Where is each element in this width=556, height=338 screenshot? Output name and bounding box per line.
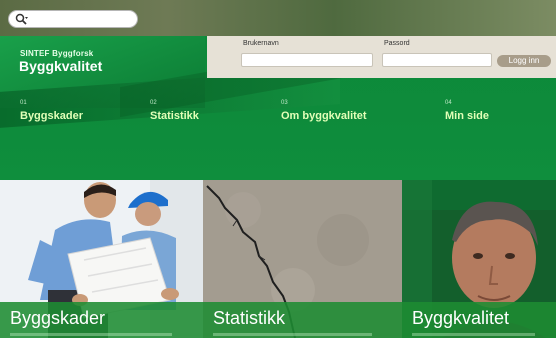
nav-label: Byggskader [20,110,83,122]
nav-label: Statistikk [150,110,199,122]
caption-text: Statistikk [213,308,286,328]
search-input[interactable] [8,10,138,28]
panel-caption: Byggskader [0,302,203,338]
panel-byggskader[interactable]: Byggskader [0,180,203,338]
panel-caption: Byggkvalitet [402,302,556,338]
panel-statistikk[interactable]: Statistikk [203,180,402,338]
nav-number: 01 [20,100,27,106]
username-label: Brukernavn [243,40,279,47]
nav-item-om-byggkvalitet[interactable]: 03 Om byggkvalitet [281,100,367,122]
caption-text: Byggskader [10,308,106,328]
password-label: Passord [384,40,410,47]
search-icon [15,13,28,25]
nav-item-byggskader[interactable]: 01 Byggskader [20,100,83,122]
nav-number: 03 [281,100,288,106]
nav-item-statistikk[interactable]: 02 Statistikk [150,100,199,122]
caption-subline [213,333,373,336]
nav-number: 02 [150,100,157,106]
nav-number: 04 [445,100,452,106]
panel-byggkvalitet[interactable]: Byggkvalitet [402,180,556,338]
login-button[interactable]: Logg inn [497,55,551,67]
brand-title[interactable]: Byggkvalitet [19,58,102,74]
login-box: Brukernavn Passord Logg inn [207,36,556,78]
nav-item-min-side[interactable]: 04 Min side [445,100,489,122]
nav-label: Om byggkvalitet [281,110,367,122]
password-field[interactable] [382,53,492,67]
caption-text: Byggkvalitet [412,308,510,328]
brand-org: SINTEF Byggforsk [20,49,94,58]
username-field[interactable] [241,53,373,67]
panel-caption: Statistikk [203,302,402,338]
caption-subline [10,333,173,336]
caption-subline [412,333,536,336]
nav-label: Min side [445,110,490,122]
